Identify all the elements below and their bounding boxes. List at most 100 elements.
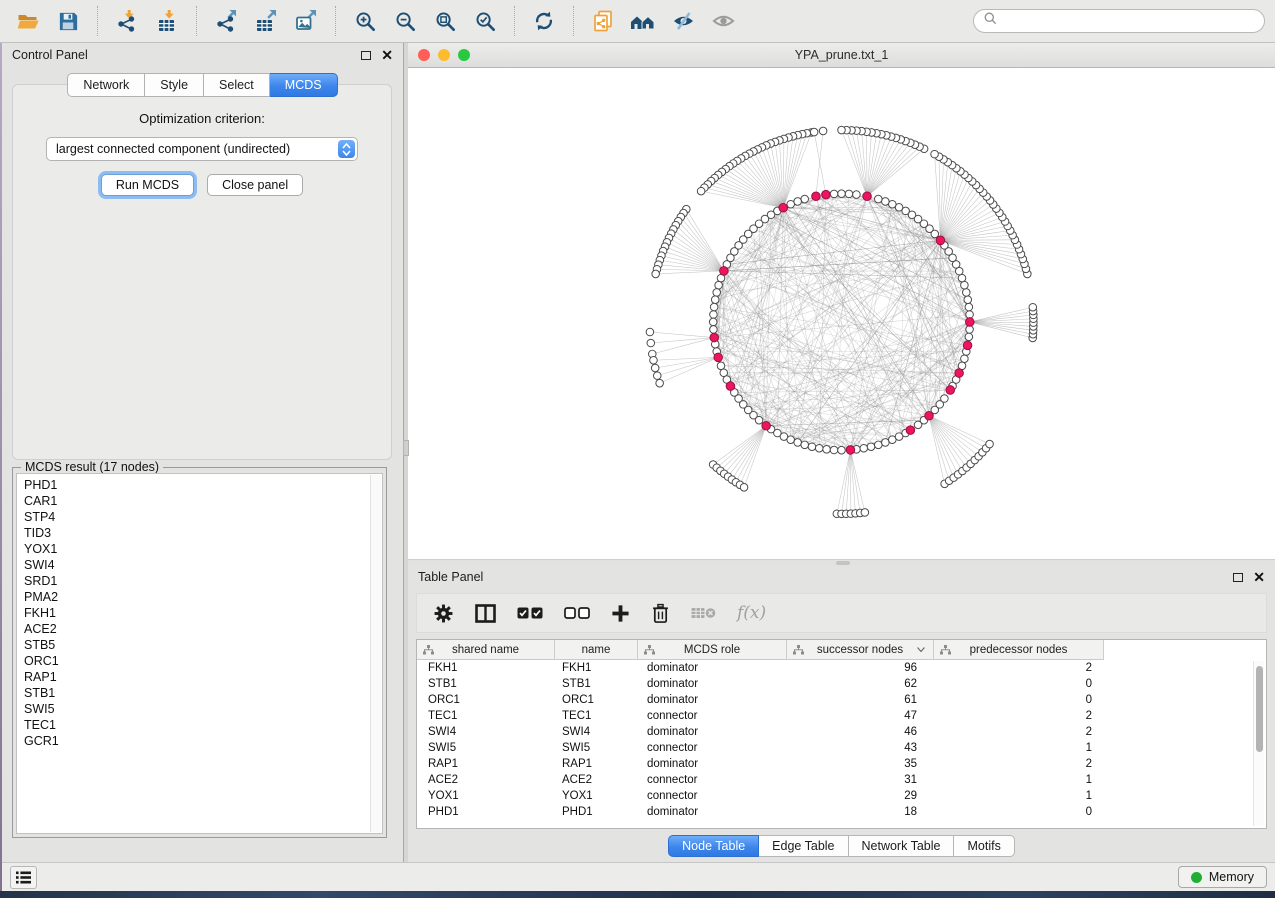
- export-image-button[interactable]: [288, 4, 324, 38]
- cell: 61: [787, 694, 934, 706]
- mcds-result-item[interactable]: SRD1: [24, 573, 382, 589]
- table-panel: Table Panel ✕ f(x) s: [408, 565, 1275, 862]
- task-history-button[interactable]: [10, 866, 37, 889]
- add-column-plus-icon[interactable]: [611, 604, 630, 623]
- deselect-all-checkboxes-icon[interactable]: [564, 607, 590, 619]
- close-panel-button[interactable]: Close panel: [207, 174, 303, 196]
- import-table-button[interactable]: [149, 4, 185, 38]
- table-row[interactable]: ORC1ORC1dominator610: [417, 692, 1266, 708]
- column-header-name[interactable]: name: [555, 640, 638, 660]
- splitter-grip[interactable]: [403, 440, 409, 456]
- result-list-scrollbar[interactable]: [370, 475, 381, 832]
- home-panels-button[interactable]: [625, 4, 661, 38]
- mcds-result-item[interactable]: PHD1: [24, 477, 382, 493]
- table-row[interactable]: SWI5SWI5connector431: [417, 740, 1266, 756]
- float-panel-icon[interactable]: [1233, 573, 1243, 582]
- mcds-result-item[interactable]: RAP1: [24, 669, 382, 685]
- mcds-result-item[interactable]: SWI5: [24, 701, 382, 717]
- cell: 62: [787, 678, 934, 690]
- search-input[interactable]: [1003, 14, 1254, 28]
- mcds-result-item[interactable]: TID3: [24, 525, 382, 541]
- mcds-result-item[interactable]: ORC1: [24, 653, 382, 669]
- cell: 2: [934, 758, 1104, 770]
- cell: 18: [787, 806, 934, 818]
- open-file-button[interactable]: [10, 4, 46, 38]
- mcds-result-item[interactable]: GCR1: [24, 733, 382, 749]
- refresh-view-button[interactable]: [526, 4, 562, 38]
- close-panel-icon[interactable]: ✕: [381, 50, 393, 60]
- table-row[interactable]: STB1STB1dominator620: [417, 676, 1266, 692]
- hide-selected-button[interactable]: [665, 4, 701, 38]
- mcds-result-item[interactable]: TEC1: [24, 717, 382, 733]
- table-row[interactable]: PHD1PHD1dominator180: [417, 804, 1266, 820]
- tab-edge-table[interactable]: Edge Table: [759, 835, 848, 857]
- mcds-result-item[interactable]: STB1: [24, 685, 382, 701]
- column-header-predecessor-nodes[interactable]: predecessor nodes: [934, 640, 1104, 660]
- close-panel-icon[interactable]: ✕: [1253, 572, 1265, 582]
- function-builder-fx-icon[interactable]: f(x): [737, 603, 766, 623]
- column-header-MCDS-role[interactable]: MCDS role: [638, 640, 787, 660]
- mcds-result-item[interactable]: PMA2: [24, 589, 382, 605]
- zoom-selected-button[interactable]: [467, 4, 503, 38]
- cell: PHD1: [417, 806, 555, 818]
- table-row[interactable]: YOX1YOX1connector291: [417, 788, 1266, 804]
- mcds-result-item[interactable]: ACE2: [24, 621, 382, 637]
- import-table-icon: [155, 9, 179, 33]
- mcds-result-item[interactable]: STB5: [24, 637, 382, 653]
- export-network-button[interactable]: [208, 4, 244, 38]
- zoom-out-button[interactable]: [387, 4, 423, 38]
- float-panel-icon[interactable]: [361, 51, 371, 60]
- mcds-result-item[interactable]: YOX1: [24, 541, 382, 557]
- houses-icon: [629, 9, 657, 33]
- table-row[interactable]: RAP1RAP1dominator352: [417, 756, 1266, 772]
- table-row[interactable]: ACE2ACE2connector311: [417, 772, 1266, 788]
- mcds-result-item[interactable]: SWI4: [24, 557, 382, 573]
- tab-motifs[interactable]: Motifs: [954, 835, 1014, 857]
- settings-gear-icon[interactable]: [433, 603, 454, 624]
- split-columns-icon[interactable]: [475, 604, 496, 623]
- table-row[interactable]: SWI4SWI4dominator462: [417, 724, 1266, 740]
- optimization-criterion-select[interactable]: largest connected component (undirected): [46, 137, 358, 161]
- mcds-result-item[interactable]: CAR1: [24, 493, 382, 509]
- export-table-icon: [254, 9, 278, 33]
- import-network-button[interactable]: [109, 4, 145, 38]
- table-row[interactable]: FKH1FKH1dominator962: [417, 660, 1266, 676]
- column-header-successor-nodes[interactable]: successor nodes: [787, 640, 934, 660]
- delete-table-icon[interactable]: [691, 606, 716, 620]
- table-header-row: shared namenameMCDS rolesuccessor nodesp…: [417, 640, 1266, 660]
- cell: connector: [638, 710, 787, 722]
- tab-network[interactable]: Network: [67, 73, 145, 97]
- mcds-result-item[interactable]: FKH1: [24, 605, 382, 621]
- save-session-button[interactable]: [50, 4, 86, 38]
- tab-select[interactable]: Select: [204, 73, 270, 97]
- table-toolbar: f(x): [416, 593, 1267, 633]
- show-all-button[interactable]: [705, 4, 741, 38]
- network-window-title: YPA_prune.txt_1: [408, 48, 1275, 62]
- memory-button[interactable]: Memory: [1178, 866, 1267, 888]
- table-panel-header: Table Panel ✕: [408, 565, 1275, 589]
- export-table-button[interactable]: [248, 4, 284, 38]
- zoom-in-button[interactable]: [347, 4, 383, 38]
- memory-label: Memory: [1209, 870, 1254, 884]
- table-scrollbar[interactable]: [1253, 661, 1264, 826]
- select-all-checkboxes-icon[interactable]: [517, 607, 543, 619]
- search-box[interactable]: [973, 9, 1265, 33]
- cell: STB1: [555, 678, 638, 690]
- column-header-shared-name[interactable]: shared name: [417, 640, 555, 660]
- cell: dominator: [638, 694, 787, 706]
- tab-node-table[interactable]: Node Table: [668, 835, 759, 857]
- tab-network-table[interactable]: Network Table: [849, 835, 955, 857]
- tab-style[interactable]: Style: [145, 73, 204, 97]
- mcds-result-group: MCDS result (17 nodes) PHD1CAR1STP4TID3Y…: [12, 467, 387, 838]
- table-row[interactable]: TEC1TEC1connector472: [417, 708, 1266, 724]
- tab-mcds[interactable]: MCDS: [270, 73, 338, 97]
- toolbar-separator: [335, 6, 336, 36]
- mcds-result-item[interactable]: STP4: [24, 509, 382, 525]
- network-canvas[interactable]: [408, 68, 1275, 559]
- cell: PHD1: [555, 806, 638, 818]
- delete-column-trash-icon[interactable]: [651, 603, 670, 624]
- zoom-fit-button[interactable]: [427, 4, 463, 38]
- scrollbar-thumb[interactable]: [1256, 666, 1263, 752]
- run-mcds-button[interactable]: Run MCDS: [101, 174, 194, 196]
- clone-network-button[interactable]: [585, 4, 621, 38]
